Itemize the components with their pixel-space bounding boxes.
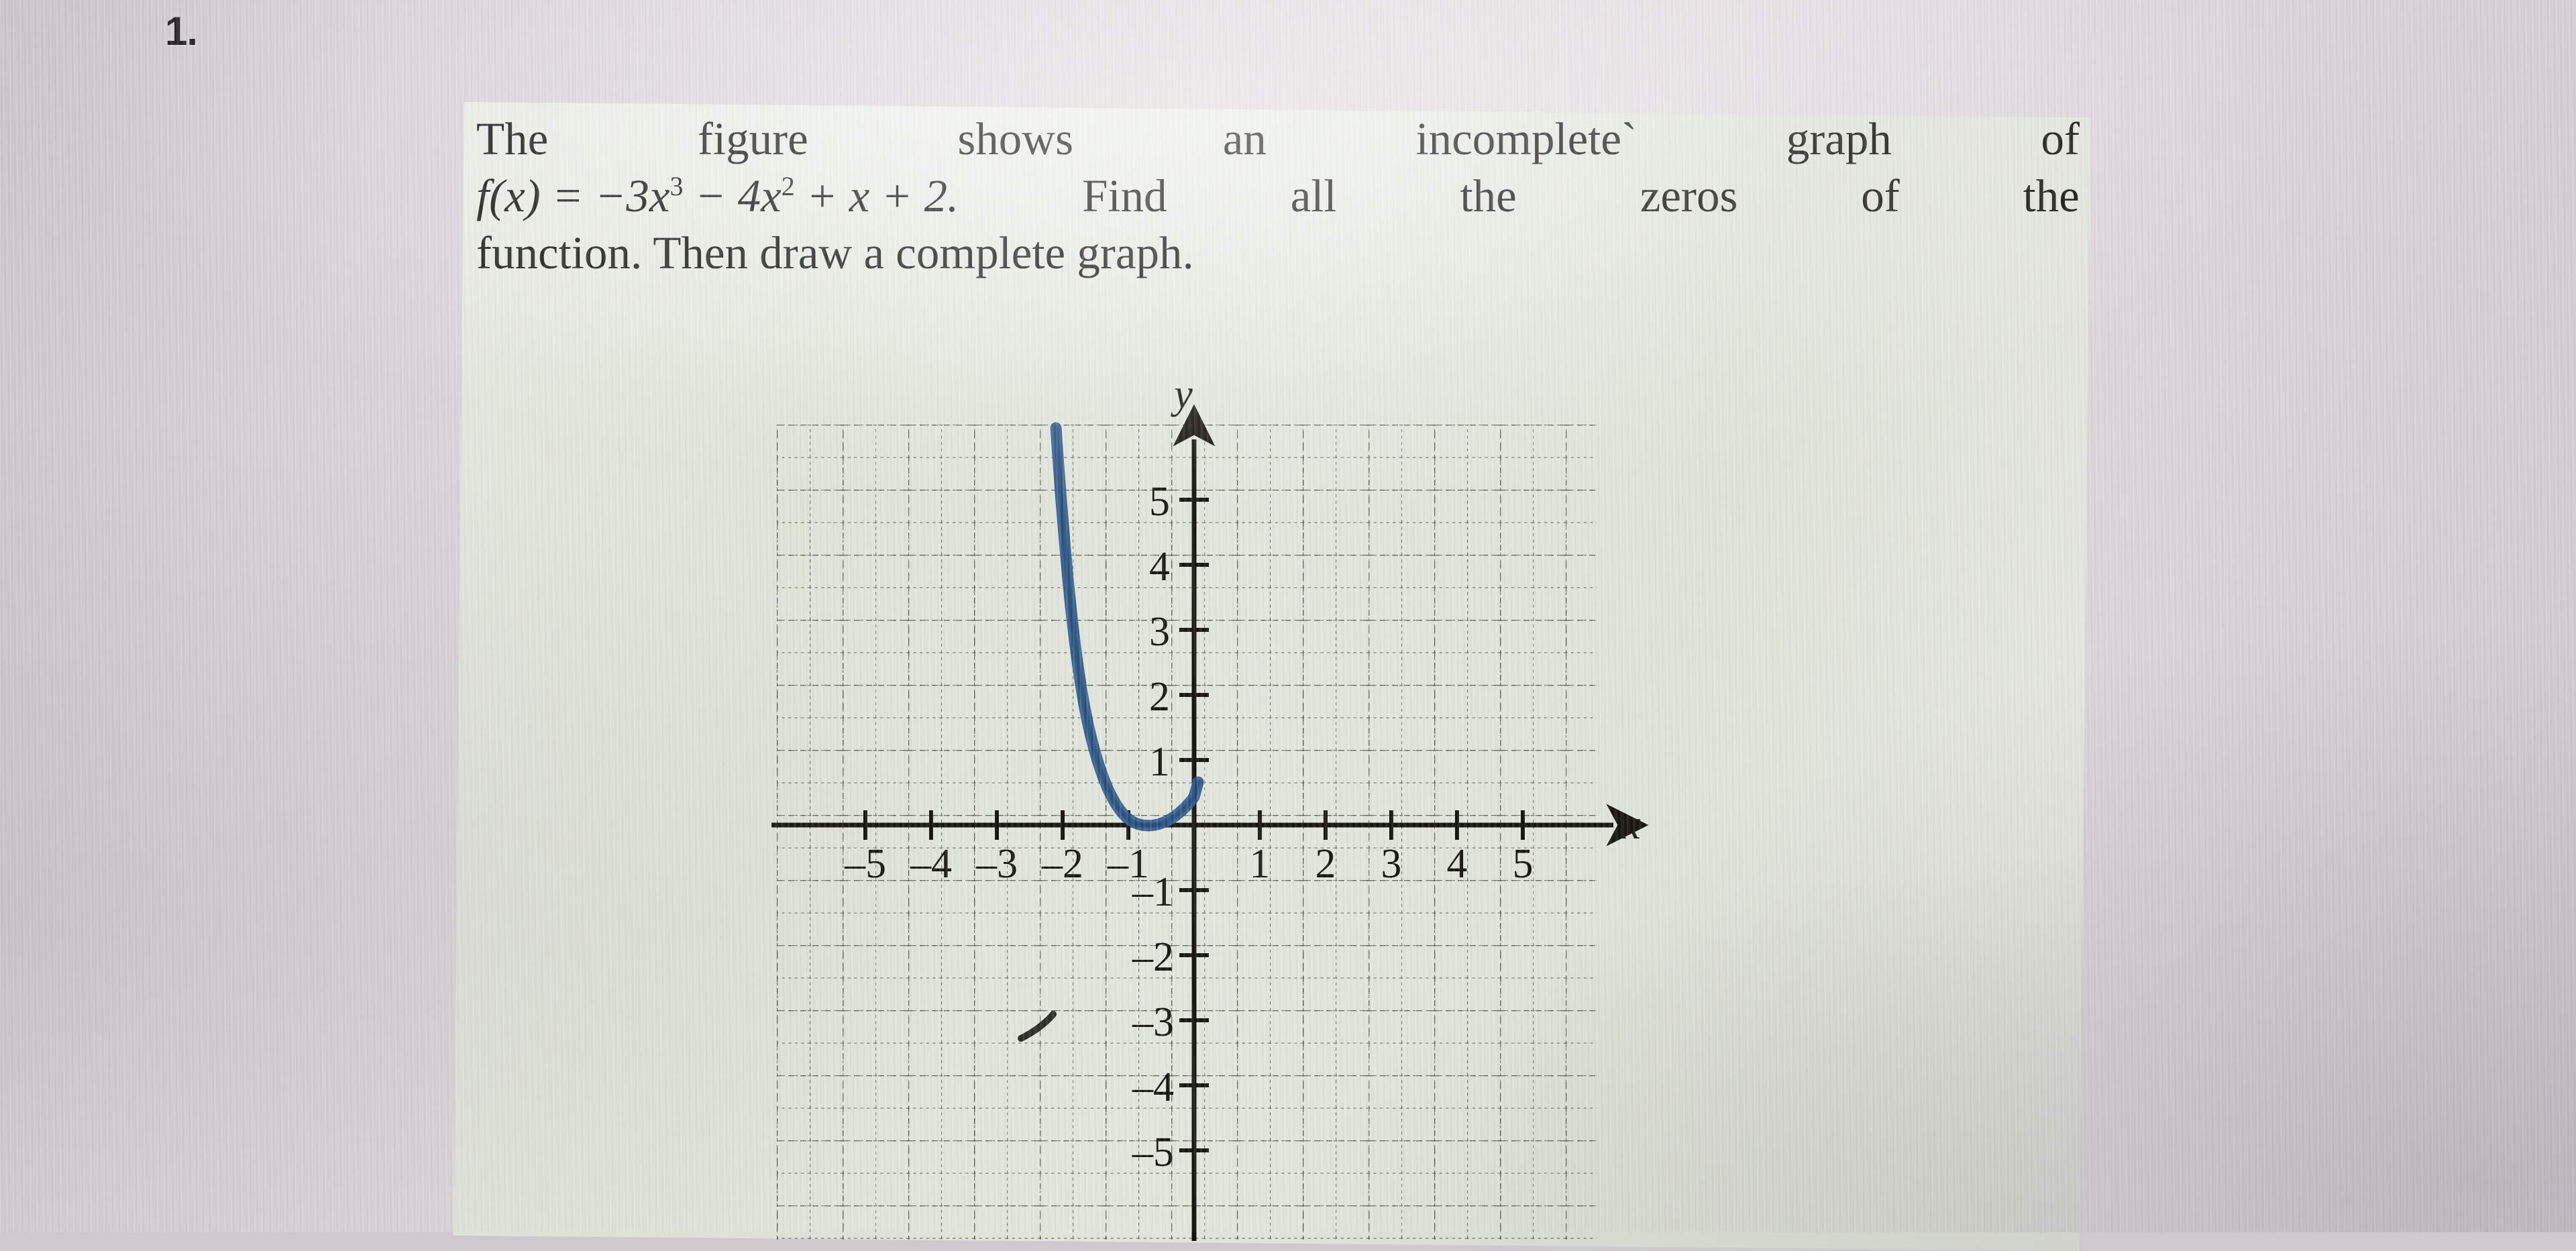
- svg-text:3: 3: [1381, 841, 1402, 887]
- svg-text:–5: –5: [844, 841, 886, 887]
- problem-number: 1.: [165, 9, 198, 54]
- function-formula: f(x) = −3x3 − 4x2 + x + 2.: [476, 170, 959, 221]
- statement-line-3: function. Then draw a complete graph.: [476, 227, 1194, 278]
- statement-word: Find: [1082, 170, 1167, 221]
- statement-word: the: [2023, 170, 2080, 221]
- statement-word: an: [1222, 113, 1267, 164]
- svg-text:–2: –2: [1041, 841, 1083, 887]
- svg-text:5: 5: [1513, 841, 1534, 887]
- svg-text:–1: –1: [1132, 869, 1174, 915]
- svg-text:2: 2: [1316, 841, 1336, 887]
- graph-gridlines: [777, 425, 1597, 1240]
- coordinate-graph-figure: y x –5 –4 –3 –2 –1 1 2 3 4 5 5 4 3 2 1 –…: [771, 376, 1657, 1241]
- y-axis-label: y: [1170, 376, 1193, 417]
- statement-word: of: [1861, 170, 1900, 221]
- x-axis-label: x: [1621, 802, 1641, 848]
- screen-photo-background: 1. The figure shows an incomplete` graph…: [0, 0, 2576, 1251]
- svg-text:5: 5: [1149, 479, 1170, 525]
- problem-statement: The figure shows an incomplete` graph of…: [476, 111, 2080, 282]
- statement-line-2: f(x) = −3x3 − 4x2 + x + 2. Find all the …: [476, 168, 2080, 225]
- svg-text:2: 2: [1149, 674, 1170, 720]
- svg-text:–4: –4: [910, 841, 952, 887]
- statement-word: all: [1290, 170, 1337, 221]
- statement-word: figure: [697, 113, 808, 164]
- svg-text:–3: –3: [1132, 999, 1174, 1045]
- svg-text:1: 1: [1149, 739, 1170, 785]
- svg-text:–4: –4: [1132, 1065, 1174, 1110]
- statement-word: of: [2041, 113, 2080, 164]
- statement-word: zeros: [1640, 170, 1738, 221]
- svg-text:–5: –5: [1132, 1130, 1174, 1175]
- svg-text:1: 1: [1250, 841, 1271, 887]
- statement-word: graph: [1786, 113, 1892, 164]
- statement-line-1: The figure shows an incomplete` graph of: [476, 111, 2080, 168]
- svg-text:–3: –3: [975, 841, 1018, 887]
- statement-word: shows: [957, 113, 1073, 164]
- svg-text:4: 4: [1149, 544, 1170, 590]
- svg-text:–2: –2: [1132, 934, 1174, 980]
- svg-text:3: 3: [1149, 609, 1170, 655]
- statement-word: The: [476, 113, 549, 164]
- svg-text:4: 4: [1447, 841, 1468, 887]
- statement-word: the: [1460, 170, 1517, 221]
- statement-word: incomplete`: [1415, 113, 1638, 164]
